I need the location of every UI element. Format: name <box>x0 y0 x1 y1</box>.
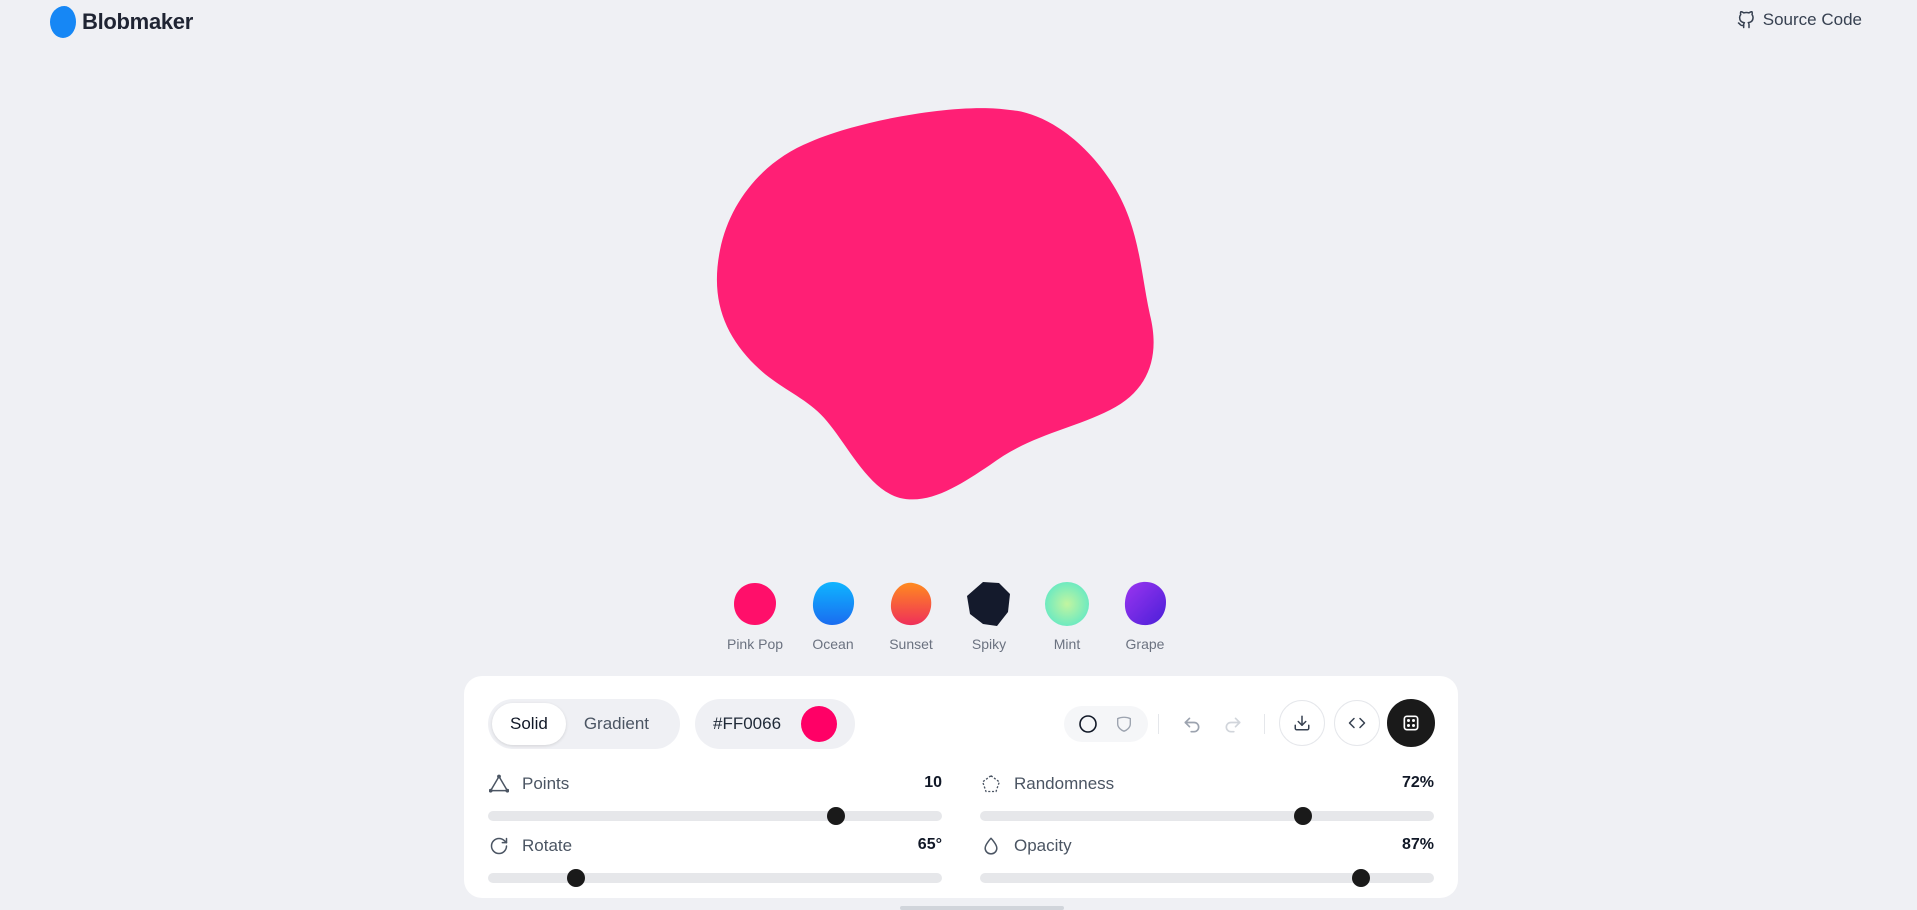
color-picker[interactable]: #FF0066 <box>695 699 855 749</box>
circle-shape-icon[interactable] <box>1075 711 1101 737</box>
rotate-icon <box>488 835 510 857</box>
preset-label: Grape <box>1125 636 1165 652</box>
preset-label: Sunset <box>889 636 933 652</box>
shield-shape-icon[interactable] <box>1111 711 1137 737</box>
mint-blob-icon <box>1045 582 1089 626</box>
source-code-label: Source Code <box>1762 10 1862 29</box>
blob-shape <box>716 108 1154 500</box>
randomness-label: Randomness <box>1014 774 1115 793</box>
opacity-label: Opacity <box>1014 836 1072 855</box>
source-code-link[interactable]: Source Code <box>1737 10 1862 30</box>
preset-pink-pop[interactable]: Pink Pop <box>726 580 784 652</box>
randomness-slider: Randomness 72% <box>980 772 1434 826</box>
color-hex-value: #FF0066 <box>713 714 782 733</box>
code-button[interactable] <box>1334 700 1380 746</box>
download-button[interactable] <box>1279 700 1325 746</box>
opacity-slider: Opacity 87% <box>980 834 1434 888</box>
blob-preview <box>700 90 1180 530</box>
download-icon <box>1294 715 1310 731</box>
points-value: 10 <box>924 774 942 791</box>
fill-mode-toggle: Solid Gradient <box>488 699 680 749</box>
grape-blob-icon <box>1124 581 1166 626</box>
ocean-blob-icon <box>812 582 855 625</box>
spiky-blob-icon <box>967 582 1010 626</box>
dashed-pentagon-icon <box>980 773 1002 795</box>
redo-icon[interactable] <box>1220 712 1246 738</box>
points-track[interactable] <box>488 807 942 825</box>
undo-icon[interactable] <box>1179 712 1205 738</box>
rotate-label: Rotate <box>522 836 573 855</box>
pink-pop-blob-icon <box>734 583 776 625</box>
preset-ocean[interactable]: Ocean <box>808 580 858 652</box>
color-swatch[interactable] <box>801 706 837 742</box>
triangle-icon <box>488 773 510 795</box>
preset-list: Pink Pop Ocean Sunset Spiky Mint Grape <box>726 580 1170 652</box>
preset-label: Pink Pop <box>726 636 784 652</box>
preset-spiky[interactable]: Spiky <box>964 580 1014 652</box>
logo[interactable]: Blobmaker <box>50 6 193 38</box>
points-label: Points <box>522 774 570 793</box>
droplet-icon <box>980 835 1002 857</box>
divider <box>1158 714 1159 734</box>
gradient-mode-button[interactable]: Gradient <box>566 703 667 745</box>
randomness-track[interactable] <box>980 807 1434 825</box>
shape-mode-toggle <box>1064 706 1148 742</box>
blob-logo-icon <box>50 6 76 38</box>
preset-label: Mint <box>1053 636 1081 652</box>
preset-sunset[interactable]: Sunset <box>886 580 936 652</box>
rotate-value: 65° <box>917 836 942 853</box>
preset-label: Ocean <box>812 636 854 652</box>
dice-icon <box>1403 715 1419 731</box>
app-title: Blobmaker <box>82 9 194 34</box>
opacity-value: 87% <box>1401 836 1434 853</box>
solid-mode-button[interactable]: Solid <box>492 703 566 745</box>
rotate-slider: Rotate 65° <box>488 834 942 888</box>
preset-mint[interactable]: Mint <box>1042 580 1092 652</box>
header: Blobmaker Source Code <box>0 0 1917 44</box>
scroll-hint <box>900 906 1064 910</box>
github-icon <box>1737 11 1754 29</box>
preset-grape[interactable]: Grape <box>1120 580 1170 652</box>
rotate-thumb[interactable] <box>566 869 585 887</box>
points-slider: Points 10 <box>488 772 942 826</box>
points-thumb[interactable] <box>826 807 845 825</box>
divider <box>1264 714 1265 734</box>
control-panel: Solid Gradient #FF0066 Points 10 Randomn… <box>464 676 1458 898</box>
opacity-track[interactable] <box>980 869 1434 887</box>
rotate-track[interactable] <box>488 869 942 887</box>
randomness-value: 72% <box>1401 774 1434 791</box>
randomness-thumb[interactable] <box>1294 807 1313 825</box>
opacity-thumb[interactable] <box>1352 869 1371 887</box>
preset-label: Spiky <box>971 636 1007 652</box>
code-icon <box>1348 717 1366 729</box>
randomize-button[interactable] <box>1387 699 1435 747</box>
sunset-blob-icon <box>890 582 932 626</box>
